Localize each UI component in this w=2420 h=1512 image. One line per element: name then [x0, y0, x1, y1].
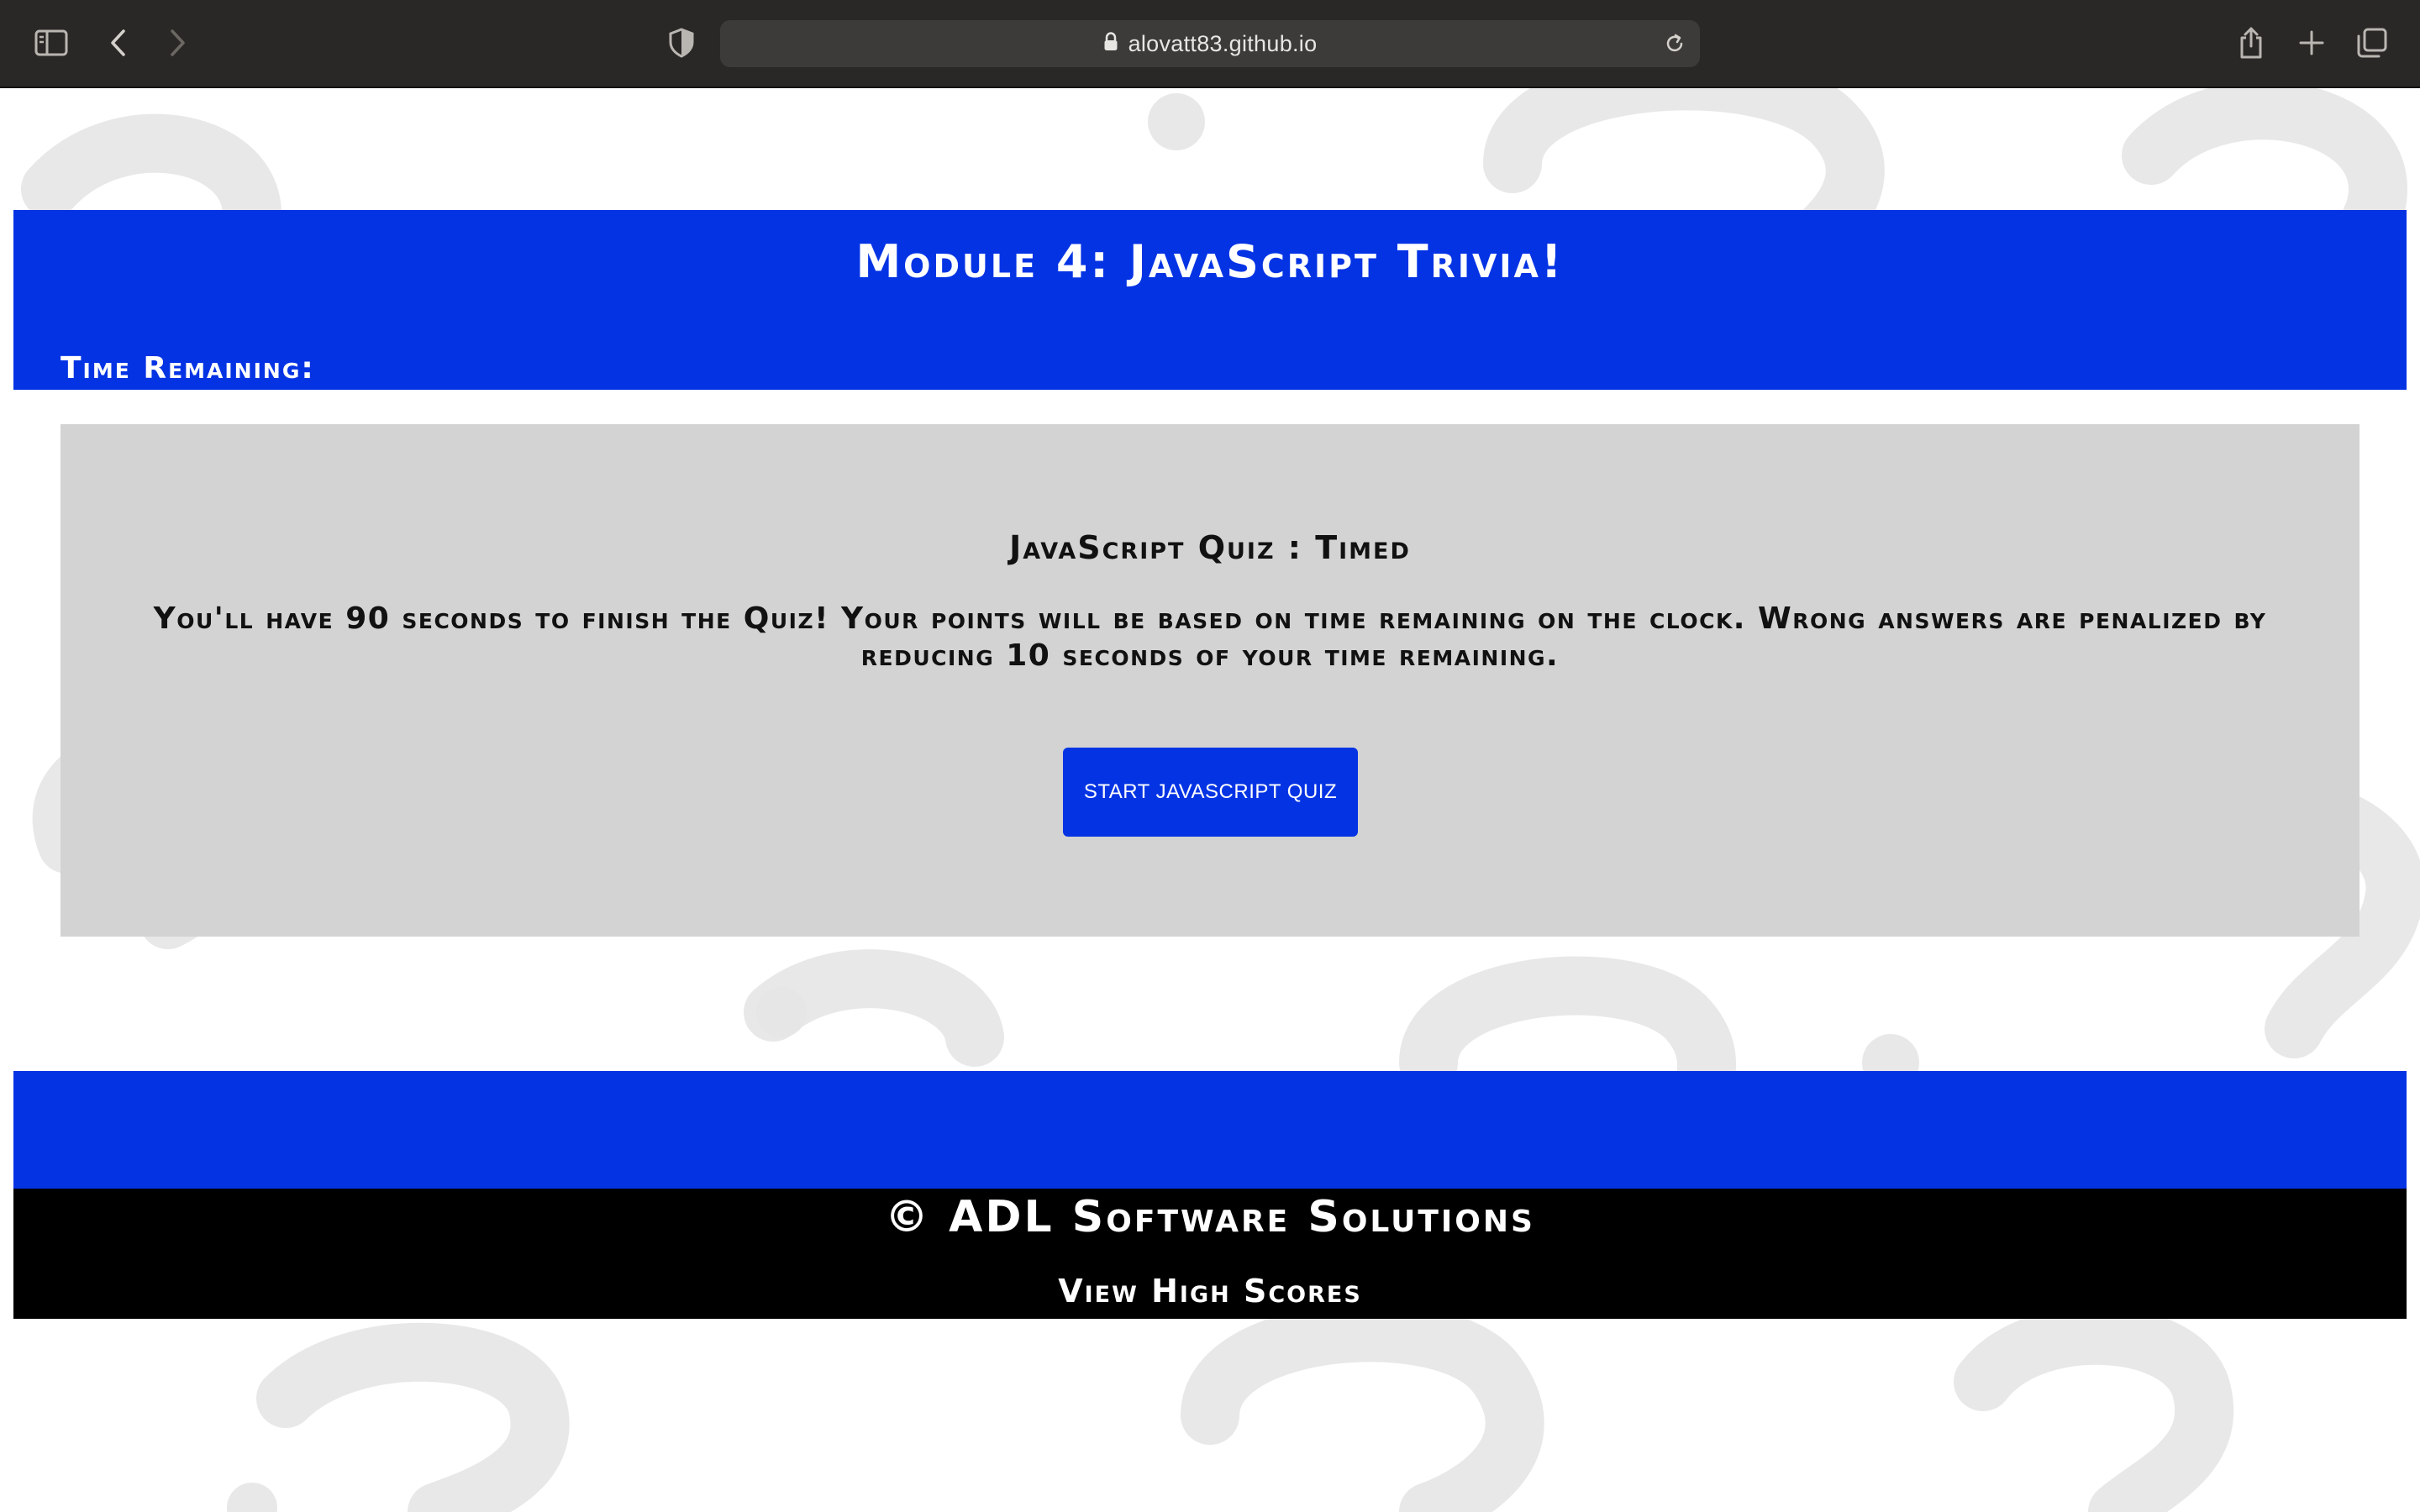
share-icon[interactable] [2227, 18, 2275, 67]
quiz-title: JavaScript Quiz : Timed [1009, 529, 1411, 566]
footer-band [13, 1071, 2407, 1189]
page-viewport: Module 4: JavaScript Trivia! Time Remain… [0, 88, 2420, 1512]
site-header: Module 4: JavaScript Trivia! Time Remain… [13, 210, 2407, 390]
shield-icon[interactable] [657, 18, 706, 67]
start-quiz-button[interactable]: START JAVASCRIPT QUIZ [1063, 748, 1358, 837]
time-remaining-label: Time Remaining: [60, 351, 315, 386]
reload-icon[interactable] [1658, 27, 1691, 60]
lock-icon [1103, 32, 1118, 55]
view-high-scores-link[interactable]: View High Scores [13, 1273, 2407, 1310]
address-bar[interactable]: alovatt83.github.io [720, 20, 1700, 67]
page-title: Module 4: JavaScript Trivia! [855, 235, 1565, 288]
site-footer: © ADL Software Solutions View High Score… [13, 1189, 2407, 1319]
copyright-text: © ADL Software Solutions [885, 1192, 1535, 1242]
plus-icon[interactable] [2287, 18, 2336, 67]
tabs-overview-icon[interactable] [2348, 18, 2396, 67]
chevron-right-icon[interactable] [153, 18, 202, 67]
browser-toolbar: alovatt83.github.io [0, 0, 2420, 88]
url-text: alovatt83.github.io [1128, 30, 1318, 56]
sidebar-icon[interactable] [27, 18, 76, 67]
quiz-instructions: You'll have 90 seconds to finish the Qui… [153, 601, 2267, 673]
chevron-left-icon[interactable] [94, 18, 143, 67]
quiz-intro-card: JavaScript Quiz : Timed You'll have 90 s… [60, 424, 2360, 937]
